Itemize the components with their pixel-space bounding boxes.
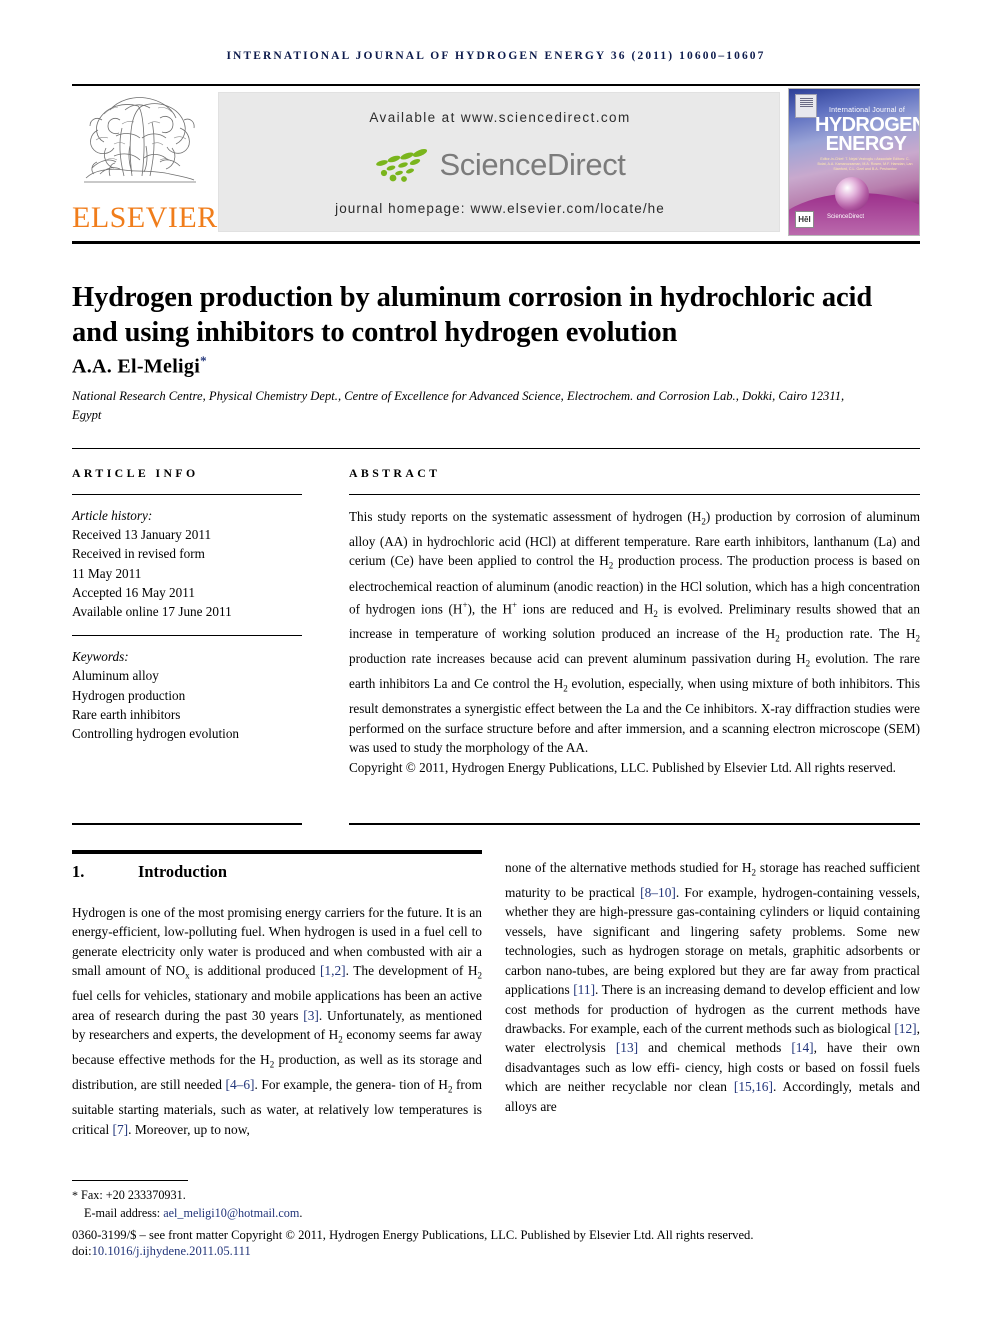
sciencedirect-wordmark: ScienceDirect — [439, 147, 626, 182]
section-title: Introduction — [138, 862, 227, 881]
keyword-item: Hydrogen production — [72, 687, 186, 703]
cover-footer: HēI ScienceDirect — [789, 209, 919, 231]
available-at-text: Available at www.sciencedirect.com — [369, 110, 631, 125]
cover-subtitle: International Journal of — [828, 107, 905, 114]
doi-line: doi:10.1016/j.ijhydene.2011.05.111 — [72, 1244, 251, 1259]
footnote-email-period: . — [299, 1206, 303, 1220]
running-head: INTERNATIONAL JOURNAL OF HYDROGEN ENERGY… — [226, 50, 766, 62]
cover-hei-badge: HēI — [795, 211, 814, 228]
section-number: 1. — [72, 862, 85, 881]
masthead: ELSEVIER Available at www.sciencedirect.… — [72, 88, 920, 236]
author-name: A.A. El-Meligi* — [72, 353, 207, 379]
keyword-item: Controlling hydrogen evolution — [72, 726, 240, 742]
abstract-divider — [349, 494, 920, 495]
keywords-block: Keywords: Aluminum alloy Hydrogen produc… — [72, 647, 302, 743]
abstract-bottom-rule — [349, 823, 920, 825]
author-correspondence-marker: * — [200, 353, 207, 368]
abstract-copyright: Copyright © 2011, Hydrogen Energy Public… — [349, 759, 896, 775]
article-history-block: Article history: Received 13 January 201… — [72, 506, 302, 621]
article-info-divider — [72, 494, 302, 495]
article-history-item: 11 May 2011 — [72, 565, 142, 581]
journal-cover-thumbnail: International Journal of HYDROGEN ENERGY… — [788, 88, 920, 236]
journal-homepage-text: journal homepage: www.elsevier.com/locat… — [335, 201, 665, 216]
article-history-item: Received in revised form — [72, 546, 205, 562]
footnote-fax: Fax: +20 233370931. — [81, 1188, 186, 1202]
footnote-email-link[interactable]: ael_meligi10@hotmail.com — [163, 1206, 299, 1220]
author-affiliation: National Research Centre, Physical Chemi… — [72, 389, 845, 422]
elsevier-wordmark: ELSEVIER — [72, 201, 218, 234]
article-info-heading-label: ARTICLE INFO — [72, 466, 199, 480]
abstract-heading-label: ABSTRACT — [349, 466, 441, 480]
footnote-email-label: E-mail address: — [84, 1206, 161, 1220]
doi-label: doi: — [72, 1244, 92, 1258]
cover-editors: Editor-in-Chief: T. Nejat Veziroglu • As… — [817, 157, 913, 172]
footnote-block: * Fax: +20 233370931. E-mail address: ae… — [72, 1186, 632, 1222]
abstract-body: This study reports on the systematic ass… — [349, 509, 921, 756]
keyword-item: Aluminum alloy — [72, 668, 159, 684]
cover-publisher-mark — [795, 94, 817, 118]
cover-sphere-decoration — [835, 177, 869, 211]
article-info-bottom-rule — [72, 823, 302, 825]
article-history-item: Available online 17 June 2011 — [72, 604, 232, 620]
footnote-star-marker: * — [72, 1188, 78, 1202]
abstract-heading: ABSTRACT — [349, 466, 920, 481]
body-column-left: 1. Introduction Hydrogen is one of the mo… — [72, 858, 482, 1139]
section-heading: 1. Introduction — [72, 862, 482, 882]
intro-paragraph-right: none of the alternative methods studied … — [505, 860, 921, 1114]
issn-copyright-line: 0360-3199/$ – see front matter Copyright… — [72, 1228, 754, 1242]
abstract-column: ABSTRACT This study reports on the syste… — [349, 466, 920, 777]
masthead-rule — [72, 241, 920, 244]
page-title: Hydrogen production by aluminum corrosio… — [72, 282, 873, 349]
introduction-rule — [72, 850, 482, 854]
footnote-rule — [72, 1180, 188, 1181]
article-info-heading: ARTICLE INFO — [72, 466, 302, 481]
footnote-fax-line: * Fax: +20 233370931. — [72, 1186, 632, 1204]
footnote-email-line: E-mail address: ael_meligi10@hotmail.com… — [72, 1204, 632, 1222]
article-history-item: Received 13 January 2011 — [72, 527, 212, 543]
body-column-right: none of the alternative methods studied … — [505, 858, 920, 1116]
sciencedirect-banner: Available at www.sciencedirect.com Scien… — [218, 92, 780, 232]
sciencedirect-leaves-icon — [376, 149, 428, 182]
cover-sciencedirect-label: ScienceDirect — [827, 214, 865, 220]
cover-title-line2: ENERGY — [825, 133, 907, 155]
keywords-divider — [72, 635, 302, 637]
article-info-column: ARTICLE INFO Article history: Received 1… — [72, 466, 302, 743]
journal-article-page: INTERNATIONAL JOURNAL OF HYDROGEN ENERGY… — [0, 0, 992, 1323]
article-history-label: Article history: — [72, 508, 153, 523]
abstract-top-rule — [72, 448, 920, 449]
author-label: A.A. El-Meligi — [72, 355, 201, 378]
header-rule — [72, 84, 920, 86]
elsevier-tree-icon — [80, 90, 200, 203]
sciencedirect-logo: ScienceDirect — [219, 141, 781, 189]
keywords-label: Keywords: — [72, 649, 129, 665]
intro-paragraph-left: Hydrogen is one of the most promising en… — [72, 905, 482, 1137]
doi-link[interactable]: 10.1016/j.ijhydene.2011.05.111 — [92, 1244, 251, 1258]
article-history-item: Accepted 16 May 2011 — [72, 584, 195, 600]
elsevier-logo: ELSEVIER — [72, 88, 218, 236]
keyword-item: Rare earth inhibitors — [72, 706, 181, 722]
